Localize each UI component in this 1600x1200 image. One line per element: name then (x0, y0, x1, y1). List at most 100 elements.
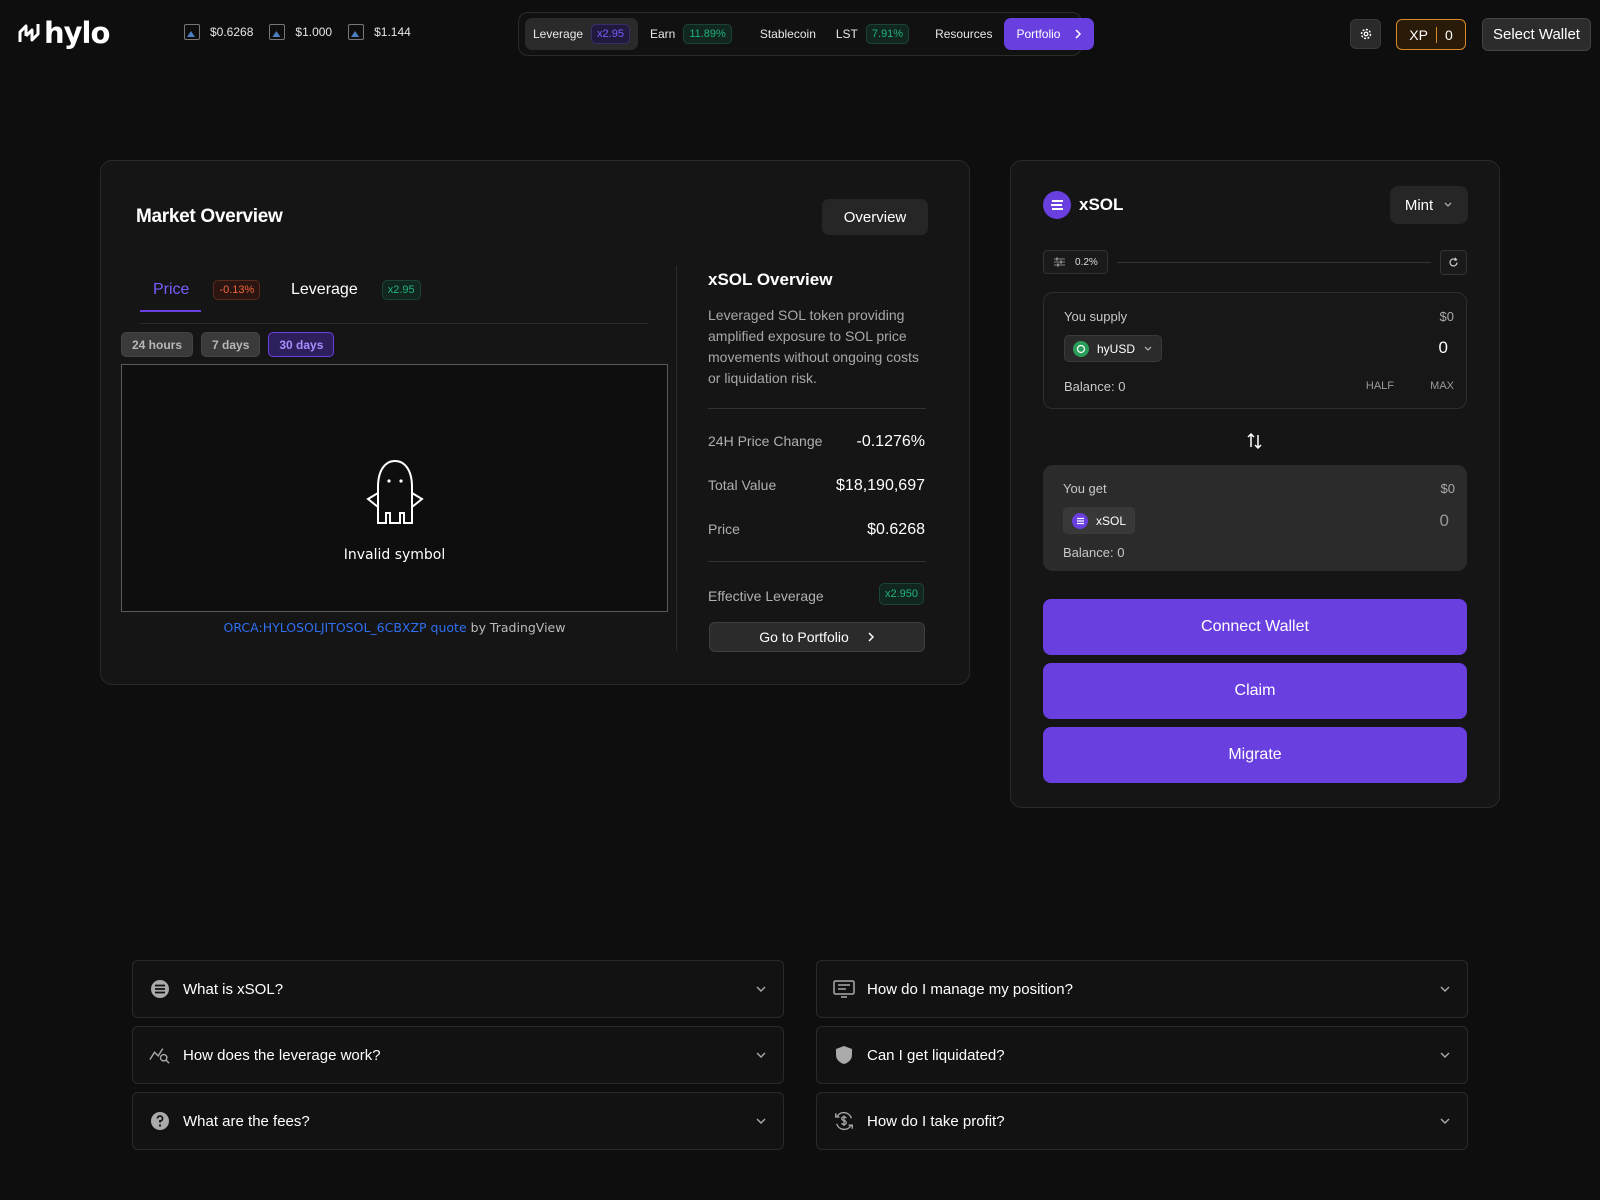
faq-item[interactable]: What are the fees? (132, 1092, 784, 1150)
stat-value-total-value: $18,190,697 (836, 477, 925, 494)
nav-label: Earn (649, 27, 676, 41)
mode-dropdown[interactable]: Mint (1390, 186, 1468, 224)
claim-button[interactable]: Claim (1043, 663, 1467, 719)
faq-item[interactable]: Can I get liquidated? (816, 1026, 1468, 1084)
chevron-down-icon (756, 1118, 766, 1124)
half-button[interactable]: HALF (1366, 380, 1394, 392)
hylo-logo-icon (18, 24, 40, 42)
hylo-logo[interactable]: hylo (18, 16, 110, 50)
tradingview-chart[interactable]: Invalid symbol (121, 364, 668, 612)
range-24h-button[interactable]: 24 hours (121, 332, 194, 357)
faq-item[interactable]: How do I take profit? (816, 1092, 1468, 1150)
divider (708, 561, 926, 562)
xp-value: 0 (1444, 26, 1453, 43)
nav-label: LST (835, 27, 858, 41)
chevron-down-icon (756, 1052, 766, 1058)
receive-token: xSOL (1063, 507, 1136, 534)
tab-label: Leverage (291, 281, 358, 298)
receive-token-name: xSOL (1096, 513, 1127, 528)
effective-leverage-badge: x2.950 (879, 583, 925, 605)
price-change-badge: -0.13% (213, 280, 261, 300)
tab-price[interactable]: Price -0.13% (140, 270, 261, 310)
supply-balance: Balance: 0 (1064, 379, 1126, 394)
xsol-overview-title: xSOL Overview (708, 270, 833, 289)
supply-token-select[interactable]: hyUSD (1064, 335, 1163, 362)
max-button[interactable]: MAX (1430, 380, 1454, 392)
xp-divider (1435, 26, 1437, 43)
faq-item[interactable]: How does the leverage work? (132, 1026, 784, 1084)
chart-search-icon (149, 1044, 171, 1066)
nav-label: Leverage (533, 27, 584, 41)
mode-label: Mint (1404, 196, 1434, 214)
select-wallet-button[interactable]: Select Wallet (1482, 18, 1591, 51)
gear-icon (1360, 28, 1371, 40)
sliders-icon (1054, 257, 1065, 267)
receive-usd-value: $0 (1440, 481, 1455, 496)
range-30d-button[interactable]: 30 days (268, 332, 335, 357)
stat-value-price-change: -0.1276% (856, 433, 926, 450)
chevron-right-icon (868, 632, 874, 642)
faq-item[interactable]: What is xSOL? (132, 960, 784, 1018)
chevron-down-icon (1440, 1118, 1450, 1124)
logo-text: hylo (44, 16, 110, 50)
market-overview-title: Market Overview (136, 206, 283, 227)
settings-button[interactable] (1350, 19, 1381, 49)
tab-leverage[interactable]: Leverage x2.95 (291, 270, 421, 310)
xsol-token-icon (1072, 512, 1088, 529)
price-value: $0.6268 (210, 25, 254, 39)
slippage-divider (1117, 262, 1431, 263)
nav-resources[interactable]: Resources (927, 18, 1000, 50)
nav-earn[interactable]: Earn 11.89% (642, 18, 740, 50)
shield-icon (833, 1044, 855, 1066)
price-shyusd: $1.144 (348, 24, 411, 40)
slippage-value: 0.2% (1075, 256, 1098, 268)
swap-arrows-icon (1247, 432, 1262, 450)
chevron-down-icon (1440, 986, 1450, 992)
monitor-icon (833, 978, 855, 1000)
nav-portfolio-button[interactable]: Portfolio (1004, 18, 1095, 50)
migrate-button[interactable]: Migrate (1043, 727, 1467, 783)
receive-panel: You get $0 xSOL 0 Balance: 0 (1043, 465, 1467, 571)
nav-lst[interactable]: LST 7.91% (828, 18, 917, 50)
stat-label-price: Price (708, 521, 740, 537)
earn-apy-badge: 11.89% (683, 24, 732, 44)
chart-tabs: Price -0.13% Leverage x2.95 (140, 270, 648, 324)
supply-amount-input[interactable]: 0 (1248, 338, 1448, 358)
price-value: $1.000 (295, 25, 333, 39)
go-to-portfolio-button[interactable]: Go to Portfolio (709, 622, 925, 652)
price-xsol: $0.6268 (184, 24, 253, 40)
leverage-badge: x2.95 (381, 280, 421, 300)
symbol-link[interactable]: ORCA:HYLOSOLJITOSOL_6CBXZP quote (224, 620, 467, 635)
leverage-badge: x2.95 (591, 24, 630, 44)
nav-stablecoin[interactable]: Stablecoin (752, 18, 824, 50)
connect-wallet-button[interactable]: Connect Wallet (1043, 599, 1467, 655)
price-value: $1.144 (374, 25, 411, 39)
overview-button[interactable]: Overview (822, 199, 928, 235)
swap-direction-button[interactable] (1245, 431, 1265, 456)
nav-label: Portfolio (1016, 27, 1061, 41)
chevron-down-icon (1444, 202, 1452, 207)
range-7d-button[interactable]: 7 days (201, 332, 261, 357)
xp-button[interactable]: XP 0 (1396, 19, 1466, 50)
attribution-suffix: by TradingView (466, 620, 566, 635)
nav-leverage[interactable]: Leverage x2.95 (525, 18, 638, 50)
faq-question: What is xSOL? (183, 980, 284, 998)
chevron-down-icon (1144, 346, 1152, 351)
faq-question: How does the leverage work? (183, 1046, 381, 1064)
tradingview-attribution: ORCA:HYLOSOLJITOSOL_6CBXZP quote by Trad… (121, 620, 668, 635)
slippage-button[interactable]: 0.2% (1043, 250, 1108, 274)
refresh-button[interactable] (1440, 250, 1467, 275)
faq-question: Can I get liquidated? (867, 1046, 1005, 1064)
faq-question: How do I manage my position? (867, 980, 1073, 998)
xsol-token-icon (1043, 191, 1071, 219)
stat-label-total-value: Total Value (708, 477, 777, 493)
tab-label: Price (153, 281, 190, 298)
nav-label: Stablecoin (759, 27, 816, 41)
broken-image-icon (269, 24, 286, 40)
faq-question: How do I take profit? (867, 1112, 1005, 1130)
supply-usd-value: $0 (1439, 309, 1454, 324)
faq-item[interactable]: How do I manage my position? (816, 960, 1468, 1018)
chevron-down-icon (756, 986, 766, 992)
dollar-refresh-icon (833, 1110, 855, 1132)
receive-balance: Balance: 0 (1063, 545, 1125, 560)
